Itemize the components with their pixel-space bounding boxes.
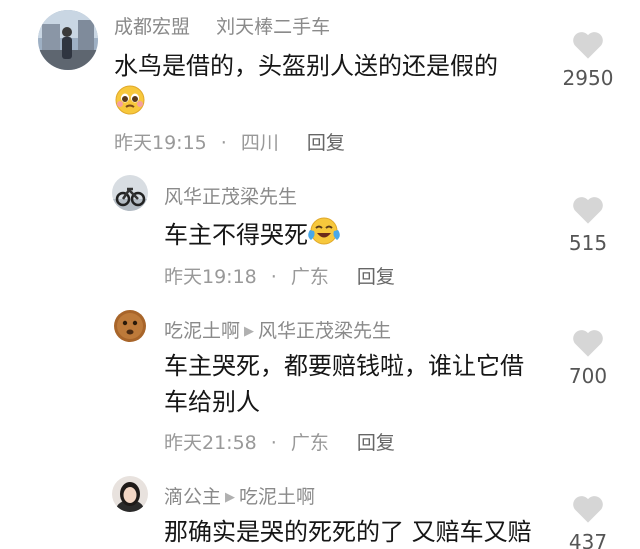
reply-item: 滴公主 ▶ 吃泥土啊 那确实是哭的死死的了 又赔车又赔 437: [0, 470, 640, 549]
pleading-face-emoji: [114, 84, 146, 126]
comment-meta: 昨天21:58 · 广东 回复: [164, 428, 395, 455]
like-button[interactable]: 2950: [553, 30, 623, 90]
comment-text: 水鸟是借的，头盔别人送的还是假的: [114, 48, 564, 126]
location: 广东: [290, 432, 329, 454]
separator-dot: ·: [270, 266, 277, 288]
reply-button[interactable]: 回复: [307, 132, 345, 154]
username[interactable]: 风华正茂梁先生: [164, 186, 297, 208]
comment-item: 成都宏盟 刘天棒二手车 水鸟是借的，头盔别人送的还是假的 昨天19:15 · 四川 回…: [0, 0, 640, 170]
like-count: 700: [568, 364, 608, 388]
timestamp: 昨天21:58: [164, 432, 257, 454]
like-count: 2950: [562, 66, 614, 90]
username[interactable]: 成都宏盟: [114, 16, 190, 38]
reply-button[interactable]: 回复: [357, 432, 395, 454]
heart-icon: [573, 496, 603, 523]
heart-icon: [573, 330, 603, 357]
comment-header: 滴公主 ▶ 吃泥土啊: [164, 482, 315, 509]
caret-right-icon: ▶: [225, 490, 236, 505]
avatar[interactable]: [112, 308, 148, 344]
like-count: 437: [568, 530, 608, 549]
comment-meta: 昨天19:15 · 四川 回复: [114, 128, 345, 155]
like-button[interactable]: 515: [553, 195, 623, 255]
reply-item: 风华正茂梁先生 车主不得哭死 昨天19:18 · 广东 回复 515: [0, 170, 640, 300]
heart-icon: [573, 32, 603, 59]
like-button[interactable]: 700: [553, 328, 623, 388]
comment-text: 车主哭死，都要赔钱啦，谁让它借 车给别人: [164, 352, 524, 416]
avatar[interactable]: [112, 476, 148, 512]
user-tag: 刘天棒二手车: [216, 16, 331, 38]
caret-right-icon: ▶: [244, 324, 255, 339]
comment-meta: 昨天19:18 · 广东 回复: [164, 262, 395, 289]
reply-item: 吃泥土啊 ▶ 风华正茂梁先生 车主哭死，都要赔钱啦，谁让它借 车给别人 昨天21:5…: [0, 300, 640, 470]
comment-header: 吃泥土啊 ▶ 风华正茂梁先生: [164, 316, 391, 343]
like-button[interactable]: 437: [553, 494, 623, 549]
comment-header: 风华正茂梁先生: [164, 182, 297, 209]
separator-dot: ·: [270, 432, 277, 454]
reply-to-username[interactable]: 风华正茂梁先生: [258, 320, 391, 342]
comment-header: 成都宏盟 刘天棒二手车: [114, 12, 330, 39]
location: 四川: [240, 132, 279, 154]
like-count: 515: [568, 231, 608, 255]
reply-to-username[interactable]: 吃泥土啊: [239, 486, 315, 508]
comment-text: 那确实是哭的死死的了 又赔车又赔: [164, 518, 532, 546]
timestamp: 昨天19:15: [114, 132, 207, 154]
separator-dot: ·: [220, 132, 227, 154]
reply-button[interactable]: 回复: [357, 266, 395, 288]
crying-laughing-emoji: [308, 216, 340, 256]
timestamp: 昨天19:18: [164, 266, 257, 288]
username[interactable]: 吃泥土啊: [164, 320, 240, 342]
avatar[interactable]: [38, 10, 98, 70]
heart-icon: [573, 197, 603, 224]
avatar[interactable]: [112, 175, 148, 211]
comment-text: 车主不得哭死: [164, 216, 544, 256]
username[interactable]: 滴公主: [164, 486, 221, 508]
location: 广东: [290, 266, 329, 288]
